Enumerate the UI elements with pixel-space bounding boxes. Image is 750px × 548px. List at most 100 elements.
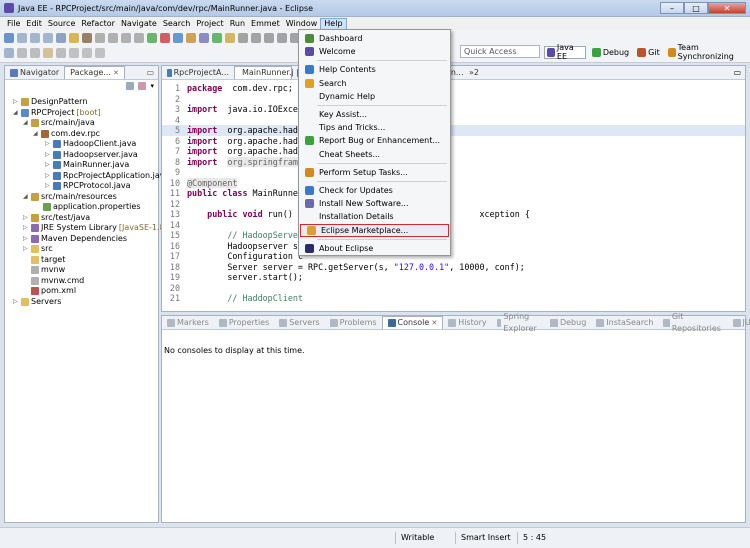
- tab-junit[interactable]: JUnit: [728, 316, 750, 329]
- expand-arrow-icon[interactable]: ▷: [13, 297, 19, 307]
- tab-history[interactable]: History: [443, 316, 491, 329]
- help-menu-item-help-contents[interactable]: Help Contents: [299, 63, 450, 76]
- run-icon[interactable]: [173, 33, 183, 43]
- expand-arrow-icon[interactable]: ◢: [33, 129, 39, 139]
- new-server-icon[interactable]: [69, 33, 79, 43]
- tab-instasearch[interactable]: InstaSearch: [591, 316, 658, 329]
- tab-navigator[interactable]: Navigator: [5, 66, 64, 79]
- new-package-icon[interactable]: [199, 33, 209, 43]
- help-menu-item-search[interactable]: Search: [299, 77, 450, 90]
- tree-item[interactable]: target: [23, 255, 65, 265]
- expand-arrow-icon[interactable]: ▷: [45, 171, 51, 181]
- help-menu-item-dynamic-help[interactable]: Dynamic Help: [299, 90, 450, 103]
- menu-emmet[interactable]: Emmet: [248, 18, 283, 30]
- editor-tab[interactable]: »2: [464, 66, 484, 79]
- tree-item[interactable]: ◢ src/main/java: [23, 118, 95, 128]
- expand-arrow-icon[interactable]: ▷: [23, 244, 29, 254]
- tree-item[interactable]: mvnw.cmd: [23, 276, 84, 286]
- save-all-icon[interactable]: [30, 33, 40, 43]
- tab-properties[interactable]: Properties: [214, 316, 274, 329]
- tree-item[interactable]: ▷ RpcProjectApplication.java: [45, 171, 169, 181]
- menu-source[interactable]: Source: [45, 18, 78, 30]
- save-icon[interactable]: [17, 33, 27, 43]
- tab-servers[interactable]: Servers: [274, 316, 324, 329]
- next-icon[interactable]: [277, 33, 287, 43]
- menu-help[interactable]: Help: [320, 17, 347, 30]
- open-type-icon[interactable]: [225, 33, 235, 43]
- editor-tab[interactable]: RpcProjectA...: [162, 66, 234, 79]
- tab-git-repositories[interactable]: Git Repositories: [658, 312, 727, 333]
- expand-arrow-icon[interactable]: ▷: [23, 213, 29, 223]
- help-menu-item-about-eclipse[interactable]: About Eclipse: [299, 242, 450, 255]
- perspective-team-synchronizing[interactable]: Team Synchronizing: [666, 43, 750, 61]
- tree-item[interactable]: mvnw: [23, 265, 65, 275]
- help-menu-item-install-new-software[interactable]: Install New Software...: [299, 197, 450, 210]
- paste-icon[interactable]: [121, 33, 131, 43]
- tab-problems[interactable]: Problems: [325, 316, 382, 329]
- help-menu-item-welcome[interactable]: Welcome: [299, 45, 450, 58]
- tree-item[interactable]: ▷ Hadoopserver.java: [45, 150, 138, 160]
- tab-debug[interactable]: Debug: [545, 316, 591, 329]
- expand-arrow-icon[interactable]: ▷: [45, 181, 51, 191]
- perspective-debug[interactable]: Debug: [590, 46, 631, 59]
- tree-item[interactable]: ▷ Maven Dependencies: [23, 234, 127, 244]
- build-icon[interactable]: [82, 33, 92, 43]
- new-class-icon[interactable]: [212, 33, 222, 43]
- tree-item[interactable]: application.properties: [35, 202, 141, 212]
- menu-window[interactable]: Window: [283, 18, 321, 30]
- annotation-icon[interactable]: [264, 33, 274, 43]
- tree-item[interactable]: pom.xml: [23, 286, 76, 296]
- expand-arrow-icon[interactable]: ▷: [13, 97, 19, 107]
- toolbar-row2-icon-5[interactable]: [69, 48, 79, 58]
- toolbar-row2-icon-7[interactable]: [95, 48, 105, 58]
- print-icon[interactable]: [43, 33, 53, 43]
- cut-icon[interactable]: [95, 33, 105, 43]
- expand-arrow-icon[interactable]: ▷: [23, 234, 29, 244]
- debug-icon[interactable]: [147, 33, 157, 43]
- toolbar-row2-icon-1[interactable]: [17, 48, 27, 58]
- tree-item[interactable]: ▷ Servers: [13, 297, 61, 307]
- tab-spring-explorer[interactable]: Spring Explorer: [492, 312, 545, 333]
- tree-item[interactable]: ▷ DesignPattern: [13, 97, 87, 107]
- terminal-icon[interactable]: [56, 33, 66, 43]
- collapse-all-icon[interactable]: [126, 82, 135, 90]
- toolbar-row2-icon-2[interactable]: [30, 48, 40, 58]
- help-menu-item-eclipse-marketplace[interactable]: Eclipse Marketplace...: [300, 223, 449, 237]
- code-editor[interactable]: 1 package com.dev.rpc; 2 3 import java.io.IO…: [162, 81, 745, 311]
- perspective-git[interactable]: Git: [635, 46, 662, 59]
- tree-item[interactable]: ▷ HadoopClient.java: [45, 139, 136, 149]
- help-menu-item-tips-and-tricks[interactable]: Tips and Tricks...: [299, 121, 450, 134]
- editor-tab[interactable]: MainRunner.j: [234, 66, 294, 79]
- tab-console[interactable]: Console ✕: [381, 316, 444, 329]
- tree-item[interactable]: ◢ RPCProject [boot]: [13, 108, 101, 118]
- minimize-button[interactable]: –: [660, 2, 684, 14]
- menu-search[interactable]: Search: [160, 18, 193, 30]
- tree-item[interactable]: ◢ src/main/resources: [23, 192, 117, 202]
- expand-arrow-icon[interactable]: ▷: [23, 223, 29, 233]
- menu-run[interactable]: Run: [227, 18, 248, 30]
- tree-item[interactable]: ▷ MainRunner.java: [45, 160, 129, 170]
- undo-icon[interactable]: [134, 33, 144, 43]
- help-menu-item-key-assist[interactable]: Key Assist...: [299, 108, 450, 121]
- tab-package-explorer[interactable]: Package... ✕: [64, 66, 125, 79]
- stop-icon[interactable]: [160, 33, 170, 43]
- help-menu-item-cheat-sheets[interactable]: Cheat Sheets...: [299, 148, 450, 161]
- expand-arrow-icon[interactable]: ◢: [23, 192, 29, 202]
- expand-arrow-icon[interactable]: ▷: [45, 160, 51, 170]
- tree-item[interactable]: ▷ src: [23, 244, 53, 254]
- minimize-panel-icon[interactable]: ▭: [146, 66, 154, 79]
- close-tab-icon[interactable]: ✕: [431, 317, 437, 329]
- menu-navigate[interactable]: Navigate: [118, 18, 160, 30]
- toggle-mark-icon[interactable]: [251, 33, 261, 43]
- toolbar-row2-icon-4[interactable]: [56, 48, 66, 58]
- close-button[interactable]: ✕: [708, 2, 746, 14]
- toolbar-row2-icon-0[interactable]: [4, 48, 14, 58]
- menu-project[interactable]: Project: [193, 18, 226, 30]
- tab-markers[interactable]: Markers: [162, 316, 214, 329]
- close-tab-icon[interactable]: ✕: [113, 67, 119, 79]
- help-menu-item-report-bug-or-enhancement[interactable]: Report Bug or Enhancement...: [299, 134, 450, 147]
- expand-arrow-icon[interactable]: ◢: [23, 118, 29, 128]
- menu-refactor[interactable]: Refactor: [78, 18, 118, 30]
- toolbar-row2-icon-6[interactable]: [82, 48, 92, 58]
- link-editor-icon[interactable]: [138, 82, 147, 90]
